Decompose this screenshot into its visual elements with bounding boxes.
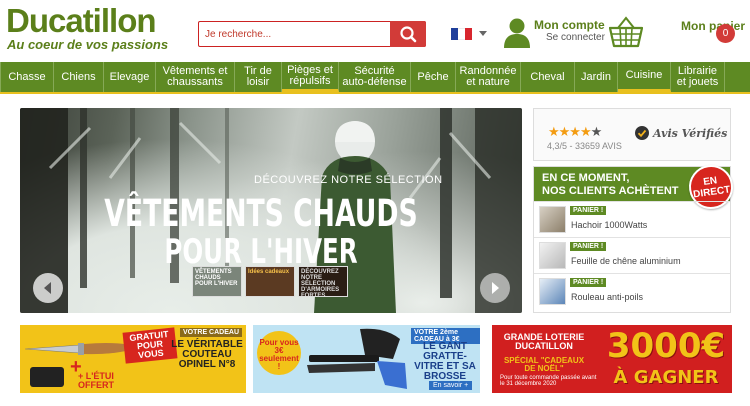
hero-kicker: DÉCOUVREZ NOTRE SÉLECTION: [254, 174, 443, 186]
promo-product-label: LE VÉRITABLE COUTEAU OPINEL N°8: [171, 339, 243, 370]
cart-count-badge: 0: [716, 24, 735, 43]
chevron-left-icon: [44, 282, 51, 294]
nav-item-peche[interactable]: Pêche: [411, 62, 456, 92]
live-purchases-widget: EN CE MOMENT, NOS CLIENTS ACHÈTENT EN DI…: [533, 162, 736, 313]
list-item[interactable]: PANIER ! Hachoir 1000Watts: [534, 201, 730, 237]
panier-tag: PANIER !: [570, 242, 607, 251]
avis-verifies-logo: Avis Vérifiés: [634, 124, 727, 142]
learn-more-link[interactable]: En savoir +: [429, 381, 473, 390]
logo-tagline: Au coeur de vos passions: [7, 37, 169, 52]
product-name: Feuille de chêne aluminium: [571, 256, 681, 266]
panier-tag: PANIER !: [570, 278, 607, 287]
live-header: EN CE MOMENT, NOS CLIENTS ACHÈTENT EN DI…: [534, 162, 736, 212]
reviews-widget[interactable]: ★★★★★ 4,3/5 - 33659 AVIS Avis Vérifiés: [533, 108, 731, 161]
nav-item-randonnee[interactable]: Randonnée et nature: [456, 62, 521, 92]
lottery-amount: 3000€: [606, 326, 726, 366]
user-icon[interactable]: [503, 17, 531, 49]
product-name: Hachoir 1000Watts: [571, 220, 648, 230]
search-input[interactable]: [205, 27, 385, 42]
rating-text: 4,3/5 - 33659 AVIS: [547, 141, 622, 151]
promo-gift-label: VOTRE CADEAU: [180, 328, 243, 337]
search-icon: [400, 26, 417, 43]
promo-banner-lottery[interactable]: GRANDE LOTERIE DUCATILLON SPÉCIAL "CADEA…: [492, 325, 732, 393]
promo-banner-opinel[interactable]: + GRATUIT POUR VOUS VOTRE CADEAU LE VÉRI…: [20, 325, 246, 393]
promo-price-badge: Pour vous 3€ seulement !: [257, 331, 301, 375]
chevron-down-icon[interactable]: [479, 31, 487, 36]
lottery-subtitle: SPÉCIAL "CADEAUX DE NOËL": [503, 356, 585, 373]
nav-item-vetements[interactable]: Vêtements et chaussants: [156, 62, 235, 92]
product-name: Rouleau anti-poils: [571, 292, 644, 302]
list-item[interactable]: PANIER ! Feuille de chêne aluminium: [534, 237, 730, 273]
main-nav: Chasse Chiens Elevage Vêtements et chaus…: [0, 62, 750, 94]
lottery-terms: Pour toute commande passée avant le 31 d…: [500, 375, 597, 387]
hero-title-line1: VÊTEMENTS CHAUDS: [104, 192, 418, 235]
cart-title[interactable]: Mon panier: [681, 19, 745, 33]
logo-wordmark: Ducatillon: [6, 2, 157, 39]
nav-item-pieges[interactable]: Pièges et répulsifs: [282, 62, 339, 92]
basket-icon[interactable]: [609, 16, 643, 48]
nav-item-jardin[interactable]: Jardin: [575, 62, 618, 92]
product-thumbnail: [539, 278, 566, 305]
hero-thumb[interactable]: DÉCOUVREZ NOTRE SÉLECTION D'ARMOIRES FOR…: [298, 266, 348, 297]
site-header: Ducatillon Au coeur de vos passions Mon …: [0, 0, 750, 62]
product-thumbnail: [539, 206, 566, 233]
chevron-right-icon: [492, 282, 499, 294]
avis-verifies-label: Avis Vérifiés: [653, 126, 728, 140]
slider-prev-button[interactable]: [33, 273, 63, 303]
nav-item-elevage[interactable]: Elevage: [104, 62, 156, 92]
search-button[interactable]: [390, 21, 426, 47]
check-badge-icon: [635, 126, 649, 140]
account-title[interactable]: Mon compte: [534, 18, 605, 32]
nav-item-tir[interactable]: Tir de loisir: [235, 62, 282, 92]
hero-thumb[interactable]: Idées cadeaux: [245, 266, 295, 297]
account-login-link[interactable]: Se connecter: [546, 32, 605, 43]
promo-banners: + GRATUIT POUR VOUS VOTRE CADEAU LE VÉRI…: [20, 325, 732, 393]
logo[interactable]: Ducatillon Au coeur de vos passions: [6, 4, 168, 52]
hero-thumb[interactable]: VÊTEMENTS CHAUDS POUR L'HIVER: [192, 266, 242, 297]
nav-item-librairie[interactable]: Librairie et jouets: [671, 62, 725, 92]
nav-item-cuisine[interactable]: Cuisine: [618, 62, 671, 92]
promo-product2-label: LE GANT GRATTE-VITRE ET SA BROSSE: [414, 341, 476, 382]
lottery-win-label: À GAGNER: [613, 367, 719, 388]
rating-stars: ★★★★★: [548, 124, 602, 139]
language-flag-icon[interactable]: [451, 28, 472, 40]
panier-tag: PANIER !: [570, 206, 607, 215]
nav-item-securite[interactable]: Sécurité auto-défense: [339, 62, 411, 92]
nav-item-cheval[interactable]: Cheval: [521, 62, 575, 92]
promo-banner-glove[interactable]: Pour vous 3€ seulement ! VOTRE 2ème CADE…: [253, 325, 480, 393]
search-bar: [198, 21, 426, 47]
hero-slider[interactable]: DÉCOUVREZ NOTRE SÉLECTION VÊTEMENTS CHAU…: [20, 108, 522, 313]
product-thumbnail: [539, 242, 566, 269]
slider-next-button[interactable]: [480, 273, 510, 303]
lottery-title: GRANDE LOTERIE DUCATILLON: [503, 332, 585, 351]
nav-item-chasse[interactable]: Chasse: [0, 62, 54, 92]
hero-thumbnails: VÊTEMENTS CHAUDS POUR L'HIVER Idées cade…: [192, 266, 348, 297]
promo-case-label: + L'ÉTUI OFFERT: [78, 371, 114, 390]
nav-item-chiens[interactable]: Chiens: [54, 62, 104, 92]
glove-scraper-icon: [307, 328, 407, 389]
list-item[interactable]: PANIER ! Rouleau anti-poils: [534, 273, 730, 309]
